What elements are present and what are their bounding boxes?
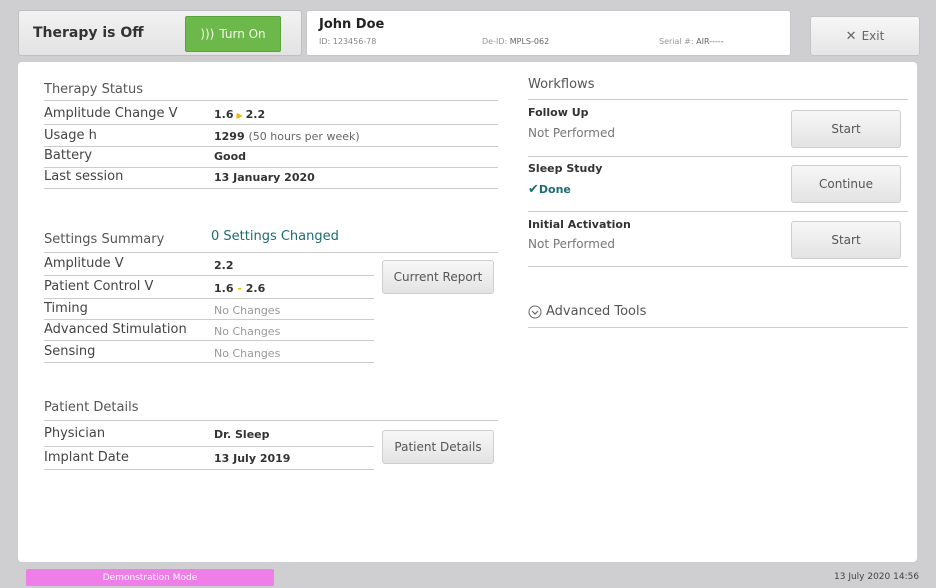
therapy-status-text: Therapy is Off — [33, 25, 144, 41]
therapy-status-title: Therapy Status — [44, 82, 143, 97]
physician-label: Physician — [44, 426, 106, 441]
sleep-study-status: ✔Done — [528, 182, 571, 197]
advanced-tools-toggle[interactable]: Advanced Tools — [528, 304, 646, 319]
amplitude-change-label: Amplitude Change V — [44, 106, 178, 121]
amplitude-value: 2.2 — [214, 259, 234, 272]
serial-number: Serial #: AIR----- — [659, 37, 724, 46]
divider — [44, 100, 498, 101]
usage-label: Usage h — [44, 128, 97, 143]
demonstration-mode-badge: Demonstration Mode — [26, 569, 274, 586]
radio-waves-icon: ))) — [200, 27, 215, 41]
physician-value: Dr. Sleep — [214, 428, 270, 441]
usage-value: 1299 (50 hours per week) — [214, 130, 360, 143]
deid: De-ID: MPLS-062 — [482, 37, 550, 46]
workflows-title: Workflows — [528, 77, 595, 92]
sleep-study-title: Sleep Study — [528, 162, 603, 175]
implant-date-label: Implant Date — [44, 450, 129, 465]
patient-control-value: 1.6 - 2.6 — [214, 282, 266, 295]
settings-changed-link[interactable]: 0 Settings Changed — [211, 229, 339, 244]
battery-label: Battery — [44, 148, 93, 163]
datetime: 13 July 2020 14:56 — [834, 572, 920, 582]
initial-activation-status: Not Performed — [528, 237, 615, 251]
sensing-label: Sensing — [44, 344, 96, 359]
turn-on-label: Turn On — [219, 27, 266, 41]
sleep-study-continue-button[interactable]: Continue — [791, 165, 901, 203]
amplitude-change-value: 1.6 ▶ 2.2 — [214, 108, 266, 121]
battery-value: Good — [214, 150, 247, 163]
advanced-tools-label: Advanced Tools — [546, 304, 647, 319]
checkmark-icon: ✔ — [528, 182, 539, 197]
arrow-right-icon: ▶ — [236, 111, 243, 120]
exit-button[interactable]: ✕ Exit — [810, 16, 920, 56]
close-icon: ✕ — [845, 28, 857, 44]
implant-date-value: 13 July 2019 — [214, 452, 291, 465]
settings-summary-title: Settings Summary — [44, 232, 165, 247]
sensing-value: No Changes — [214, 347, 281, 360]
turn-on-button[interactable]: ))) Turn On — [185, 16, 281, 52]
follow-up-start-button[interactable]: Start — [791, 110, 901, 148]
current-report-button[interactable]: Current Report — [382, 260, 494, 294]
timing-label: Timing — [44, 301, 88, 316]
exit-label: Exit — [861, 29, 885, 43]
patient-name: John Doe — [319, 17, 385, 32]
follow-up-title: Follow Up — [528, 106, 589, 119]
last-session-value: 13 January 2020 — [214, 171, 315, 184]
last-session-label: Last session — [44, 169, 124, 184]
initial-activation-start-button[interactable]: Start — [791, 221, 901, 259]
timing-value: No Changes — [214, 304, 281, 317]
advanced-stimulation-value: No Changes — [214, 325, 281, 338]
therapy-status-box: Therapy is Off ))) Turn On — [18, 10, 302, 56]
patient-control-label: Patient Control V — [44, 279, 154, 294]
patient-details-title: Patient Details — [44, 400, 139, 415]
main-panel: Therapy Status Amplitude Change V 1.6 ▶ 2.… — [18, 62, 917, 562]
chevron-circle-down-icon — [528, 305, 542, 318]
patient-id: ID: 123456-78 — [319, 37, 377, 46]
top-bar: Therapy is Off ))) Turn On John Doe ID: … — [0, 0, 936, 62]
patient-details-button[interactable]: Patient Details — [382, 430, 494, 464]
follow-up-status: Not Performed — [528, 126, 615, 140]
initial-activation-title: Initial Activation — [528, 218, 631, 231]
patient-info-box: John Doe ID: 123456-78 De-ID: MPLS-062 S… — [306, 10, 791, 56]
advanced-stimulation-label: Advanced Stimulation — [44, 322, 187, 337]
amplitude-label: Amplitude V — [44, 256, 124, 271]
